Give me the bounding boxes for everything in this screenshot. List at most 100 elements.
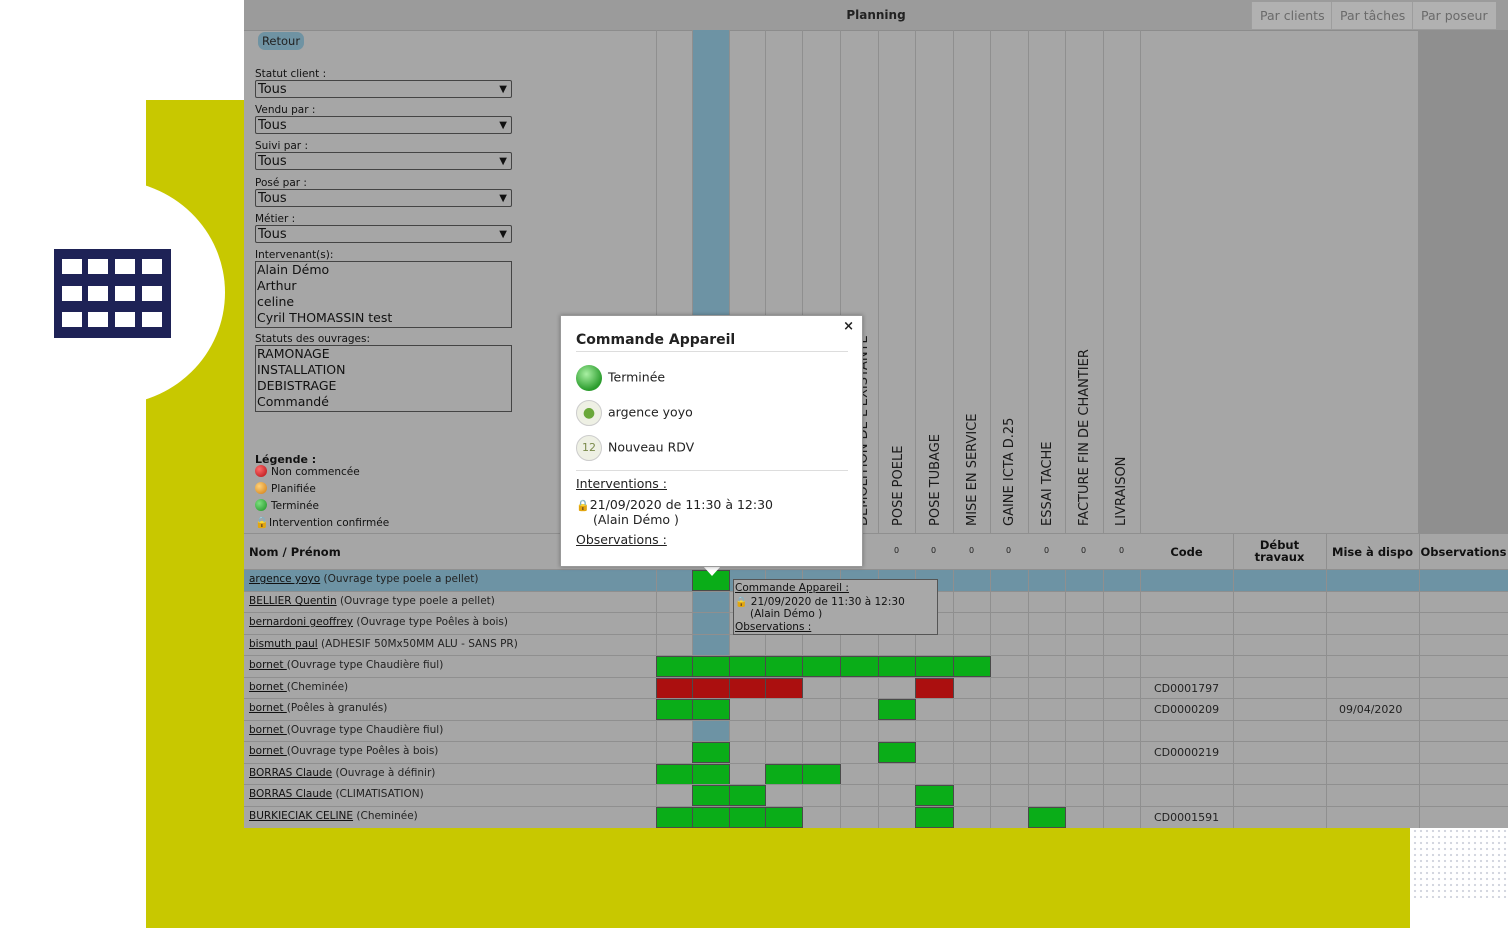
task-cell-done[interactable]	[765, 764, 803, 785]
task-cell-done[interactable]	[692, 764, 730, 785]
client-link[interactable]: bornet	[249, 702, 287, 714]
filter-label-vendu-par: Vendu par :	[255, 104, 316, 116]
task-cell-done[interactable]	[692, 807, 730, 828]
tooltip-observations: Observations :	[735, 621, 812, 633]
task-cell-done[interactable]	[878, 742, 916, 763]
filter-select-metier[interactable]: Tous ▼	[255, 225, 512, 243]
listbox-option[interactable]: celine	[257, 294, 511, 310]
task-cell-done[interactable]	[692, 785, 730, 806]
filter-select-statut-client[interactable]: Tous ▼	[255, 80, 512, 98]
filter-select-pose-par[interactable]: Tous ▼	[255, 189, 512, 207]
client-link[interactable]: bismuth paul	[249, 638, 318, 650]
task-cell-not-started[interactable]	[915, 678, 954, 699]
task-header-pose-poele: POSE POELE	[891, 445, 906, 526]
statuts-listbox[interactable]: RAMONAGE INSTALLATION DEBISTRAGE Command…	[255, 345, 512, 412]
task-cell-done[interactable]	[915, 785, 954, 806]
popup-intervention-datetime[interactable]: 🔒21/09/2020 de 11:30 à 12:30	[576, 497, 773, 512]
task-cell-done[interactable]	[656, 699, 693, 720]
tab-par-clients[interactable]: Par clients	[1251, 2, 1333, 29]
task-cell-done[interactable]	[729, 807, 766, 828]
tab-par-taches[interactable]: Par tâches	[1331, 2, 1414, 29]
task-cell-done[interactable]	[692, 742, 730, 763]
client-link[interactable]: bornet	[249, 745, 287, 757]
task-cell-done[interactable]	[953, 656, 991, 677]
popup-client[interactable]: ● argence yoyo	[576, 400, 693, 426]
listbox-option[interactable]: RAMONAGE	[257, 346, 511, 362]
chevron-down-icon: ▼	[499, 156, 507, 167]
table-row[interactable]: BURKIECIAK CELINE (Cheminée) CD0001591	[244, 806, 1508, 828]
listbox-option[interactable]: DEBISTRAGE	[257, 378, 511, 394]
task-cell-done[interactable]	[729, 785, 766, 806]
task-cell-done[interactable]	[656, 764, 693, 785]
client-link[interactable]: bornet	[249, 659, 287, 671]
row-client-name: BURKIECIAK CELINE (Cheminée)	[249, 810, 418, 822]
listbox-option[interactable]: Cyril THOMASSIN test	[257, 310, 511, 326]
cell-divider	[1419, 742, 1420, 763]
tab-par-poseur[interactable]: Par poseur	[1412, 2, 1496, 29]
cell-divider	[990, 764, 991, 785]
task-cell-done[interactable]	[878, 699, 916, 720]
filter-select-vendu-par[interactable]: Tous ▼	[255, 116, 512, 134]
client-link[interactable]: bornet	[249, 681, 287, 693]
table-row[interactable]: bornet (Ouvrage type Chaudière fiul)	[244, 720, 1508, 742]
task-cell-done[interactable]	[765, 656, 803, 677]
cell-divider	[1140, 742, 1141, 763]
cell-divider	[1326, 699, 1327, 720]
task-cell-done[interactable]	[692, 699, 730, 720]
task-cell-done[interactable]	[878, 656, 916, 677]
client-link[interactable]: bornet	[249, 724, 287, 736]
listbox-option[interactable]: Alain Démo	[257, 262, 511, 278]
task-cell-done[interactable]	[656, 807, 693, 828]
filter-select-suivi-par[interactable]: Tous ▼	[255, 152, 512, 170]
cell-divider	[1065, 764, 1066, 785]
task-cell-done[interactable]	[656, 656, 693, 677]
back-button[interactable]: Retour	[258, 32, 304, 50]
popup-arrow	[703, 566, 721, 576]
cell-divider	[692, 613, 693, 634]
task-cell-done[interactable]	[729, 656, 766, 677]
task-cell-not-started[interactable]	[765, 678, 803, 699]
cell-divider	[1028, 721, 1029, 742]
table-row[interactable]: bornet (Ouvrage type Poêles à bois) CD000…	[244, 741, 1508, 763]
cell-divider	[1065, 742, 1066, 763]
task-cell-done[interactable]	[1028, 807, 1066, 828]
close-icon[interactable]: ×	[843, 319, 854, 334]
popup-observations-label[interactable]: Observations :	[576, 532, 667, 547]
cell-divider	[1419, 764, 1420, 785]
task-cell-not-started[interactable]	[656, 678, 693, 699]
table-row[interactable]: bornet (Ouvrage type Chaudière fiul)	[244, 655, 1508, 677]
row-client-name: bornet (Ouvrage type Chaudière fiul)	[249, 724, 443, 736]
cell-divider	[1233, 764, 1234, 785]
task-cell-done[interactable]	[802, 764, 841, 785]
cell-divider	[990, 721, 991, 742]
task-cell-done[interactable]	[802, 656, 841, 677]
task-cell-done[interactable]	[915, 656, 954, 677]
intervenants-listbox[interactable]: Alain Démo Arthur celine Cyril THOMASSIN…	[255, 261, 512, 328]
listbox-option[interactable]: Commandé	[257, 394, 511, 410]
cell-divider	[878, 721, 879, 742]
task-cell-done[interactable]	[692, 656, 730, 677]
client-link[interactable]: BORRAS Claude	[249, 788, 332, 800]
listbox-option[interactable]: Arthur	[257, 278, 511, 294]
client-link[interactable]: argence yoyo	[249, 573, 320, 585]
task-cell-not-started[interactable]	[729, 678, 766, 699]
row-client-name: bornet (Ouvrage type Chaudière fiul)	[249, 659, 443, 671]
cell-divider	[1065, 656, 1066, 677]
popup-new-rdv[interactable]: 12 Nouveau RDV	[576, 435, 694, 461]
cell-divider	[729, 592, 730, 613]
task-cell-done[interactable]	[840, 656, 879, 677]
table-row[interactable]: bornet (Poêles à granulés) CD0000209 09/04…	[244, 698, 1508, 720]
client-link[interactable]: BURKIECIAK CELINE	[249, 810, 353, 822]
table-row[interactable]: BORRAS Claude (CLIMATISATION)	[244, 784, 1508, 806]
table-row[interactable]: bornet (Cheminée) CD0001797	[244, 677, 1508, 699]
table-row[interactable]: BORRAS Claude (Ouvrage à définir)	[244, 763, 1508, 785]
client-link[interactable]: bernardoni geoffrey	[249, 616, 353, 628]
listbox-option[interactable]: INSTALLATION	[257, 362, 511, 378]
task-cell-done[interactable]	[915, 807, 954, 828]
task-cell-not-started[interactable]	[692, 678, 730, 699]
task-count: 0	[968, 546, 975, 555]
client-link[interactable]: BORRAS Claude	[249, 767, 332, 779]
table-row[interactable]: bismuth paul (ADHESIF 50Mx50MM ALU - SAN…	[244, 634, 1508, 656]
client-link[interactable]: BELLIER Quentin	[249, 595, 337, 607]
task-cell-done[interactable]	[765, 807, 803, 828]
